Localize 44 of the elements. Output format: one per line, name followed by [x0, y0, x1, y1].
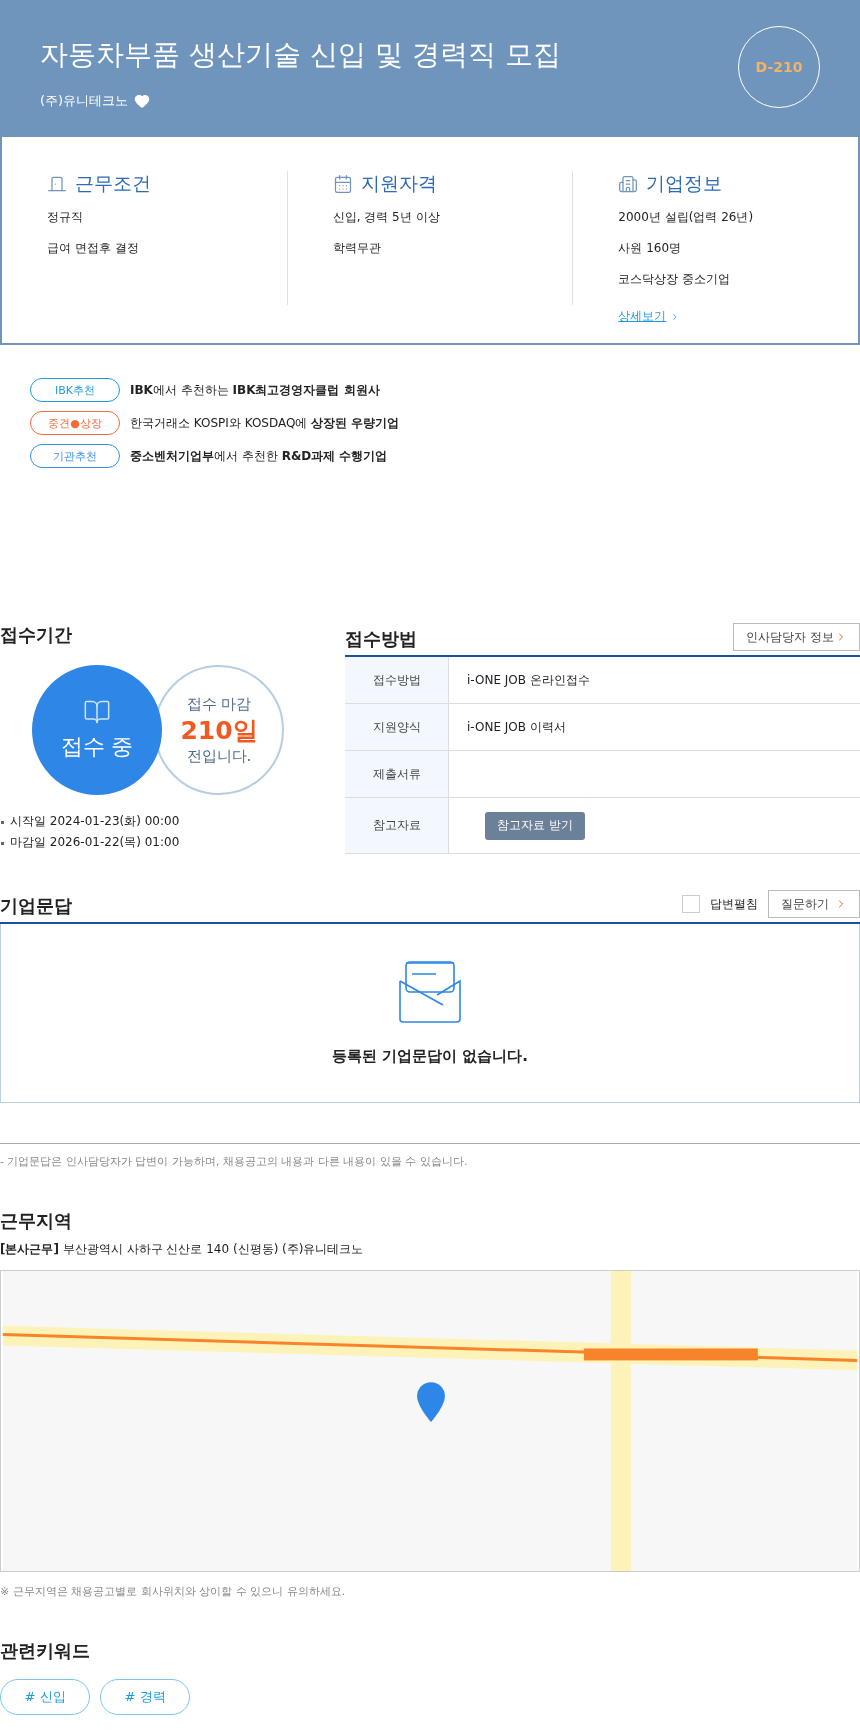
info-text: 2000년 설립(업력 26년) — [618, 209, 755, 226]
section-title: 지원자격 — [360, 171, 437, 196]
book-icon — [83, 698, 111, 726]
ask-question-button[interactable]: 질문하기 — [768, 890, 860, 918]
section-heading: 접수기간 — [0, 623, 72, 647]
info-text: 학력무관 — [332, 240, 382, 257]
table-label: 참고자료 — [345, 798, 449, 853]
badge-description: IBK에서 추천하는 IBK최고경영자클럽 회원사 — [130, 381, 380, 399]
expand-answers-checkbox[interactable]: 답변펼침 — [682, 895, 758, 913]
location-note: ※ 근무지역은 채용공고별로 회사위치와 상이할 수 있으니 유의하세요. — [0, 1584, 347, 1599]
contact-info-button[interactable]: 인사담당자 정보 — [733, 623, 860, 651]
info-text: 급여 면접후 결정 — [47, 240, 140, 257]
info-text: 코스닥상장 중소기업 — [618, 271, 732, 288]
qna-note: - 기업문답은 인사담당자가 답변이 가능하며, 채용공고의 내용과 다른 내용이 있을 수 있습니다. — [0, 1143, 860, 1169]
envelope-icon — [399, 960, 461, 1023]
table-label: 접수방법 — [345, 657, 449, 703]
section-heading: 근무지역 — [0, 1209, 73, 1233]
section-heading: 기업문답 — [0, 894, 72, 918]
building-icon — [618, 174, 639, 194]
badge-description: 중소벤처기업부에서 추천한 R&D과제 수행기업 — [130, 447, 388, 465]
calendar-icon — [332, 174, 353, 194]
table-cell-text: i-ONE JOB 온라인접수 — [466, 671, 590, 689]
status-circle: 접수 중 — [32, 665, 162, 795]
download-button[interactable]: 참고자료 받기 — [485, 811, 585, 840]
section-heading: 접수방법 — [345, 627, 417, 651]
table-label: 지원양식 — [345, 704, 449, 750]
date-text: 시작일 2024-01-23(화) 00:00 — [0, 813, 330, 830]
info-text: 정규직 — [47, 209, 84, 226]
job-title: 자동차부품 생산기술 신입 및 경력직 모집 — [40, 37, 561, 73]
door-icon — [47, 174, 67, 194]
table-label: 제출서류 — [345, 751, 449, 797]
table-cell-text: i-ONE JOB 이력서 — [466, 718, 566, 736]
section-title: 기업정보 — [646, 171, 723, 196]
company-name: (주)유니테크노 — [40, 92, 129, 110]
section-heading: 관련키워드 — [0, 1639, 91, 1663]
empty-message: 등록된 기업문답이 없습니다. — [331, 1046, 529, 1066]
detail-link[interactable]: 상세보기 — [618, 308, 681, 325]
info-text: 신입, 경력 5년 이상 — [332, 209, 441, 226]
badge-description: 한국거래소 KOSPI와 KOSDAQ에 상장된 우량기업 — [130, 414, 400, 432]
section-title: 근무조건 — [75, 171, 151, 196]
address-text: [본사근무] 부산광역시 사하구 신산로 140 (신평동) (주)유니테크노 — [0, 1241, 365, 1258]
heart-icon[interactable] — [134, 93, 151, 109]
date-text: 마감일 2026-01-22(목) 01:00 — [0, 834, 330, 851]
info-text: 사원 160명 — [618, 240, 683, 257]
